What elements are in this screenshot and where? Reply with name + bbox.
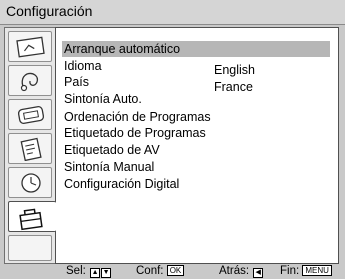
menu-item-etiquetado-programas[interactable]: Etiquetado de Programas (64, 125, 206, 141)
settings-panel: Arranque automático Idioma English País … (55, 27, 339, 264)
menu-item-label: Ordenación de Programas (64, 110, 211, 124)
toolbox-icon (19, 208, 43, 231)
menu-item-sintonia-manual[interactable]: Sintonía Manual (64, 159, 154, 175)
sound-icon (20, 72, 39, 92)
tab-picture[interactable] (8, 31, 52, 62)
left-arrow-key-icon: ◀ (253, 268, 264, 278)
menu-item-label: Sintonía Manual (64, 160, 155, 174)
menu-item-label: Idioma (64, 59, 102, 73)
timer-icon (21, 173, 41, 193)
pais-value: France (214, 80, 253, 94)
help-confirm: Conf: OK (136, 264, 185, 279)
tab-timer[interactable] (8, 167, 52, 198)
tab-empty (8, 235, 52, 261)
menu-item-label: País (64, 75, 90, 89)
menu-item-arranque-automatico[interactable]: Arranque automático (62, 41, 330, 57)
menu-item-configuracion-digital[interactable]: Configuración Digital (64, 176, 179, 192)
settings-menu-window: Configuración Arranque automático Idioma… (0, 0, 345, 279)
tab-sound[interactable] (8, 65, 52, 96)
menu-item-ordenacion-programas[interactable]: Ordenación de Programas (64, 109, 211, 125)
menu-item-label: Etiquetado de AV (64, 143, 160, 157)
menu-item-label: Configuración Digital (64, 177, 180, 191)
category-sidebar (4, 27, 56, 264)
ok-key-icon: OK (166, 265, 185, 276)
help-bar: Sel: ▲ ▼ Conf: OK Atrás: ◀ Fin: MENU (0, 264, 345, 279)
menu-item-sintonia-auto[interactable]: Sintonía Auto. (64, 91, 142, 107)
picture-icon (16, 36, 45, 58)
help-back: Atrás: ◀ (219, 264, 264, 279)
tab-setup[interactable] (8, 201, 56, 232)
menu-item-idioma[interactable]: Idioma (64, 58, 102, 74)
tab-features[interactable] (8, 133, 52, 164)
menu-item-etiquetado-av[interactable]: Etiquetado de AV (64, 142, 160, 158)
features-icon (20, 137, 42, 161)
help-select: Sel: ▲ ▼ (66, 264, 112, 279)
title-bar: Configuración (0, 0, 345, 25)
help-confirm-label: Conf: (136, 265, 164, 277)
help-select-label: Sel: (66, 265, 86, 277)
menu-item-label: Etiquetado de Programas (64, 126, 206, 140)
help-exit-label: Fin: (280, 265, 300, 277)
help-exit: Fin: MENU (280, 264, 332, 279)
menu-title: Configuración (6, 3, 93, 19)
menu-item-label: Sintonía Auto. (64, 92, 142, 106)
idioma-value: English (214, 63, 255, 77)
menu-item-label: Arranque automático (64, 42, 181, 56)
screen-icon (17, 106, 45, 124)
menu-item-pais[interactable]: País (64, 74, 89, 90)
tab-screen[interactable] (8, 99, 52, 130)
help-back-label: Atrás: (219, 265, 250, 277)
down-arrow-key-icon: ▼ (101, 268, 112, 278)
menu-key-icon: MENU (302, 265, 332, 276)
up-arrow-key-icon: ▲ (90, 268, 101, 278)
